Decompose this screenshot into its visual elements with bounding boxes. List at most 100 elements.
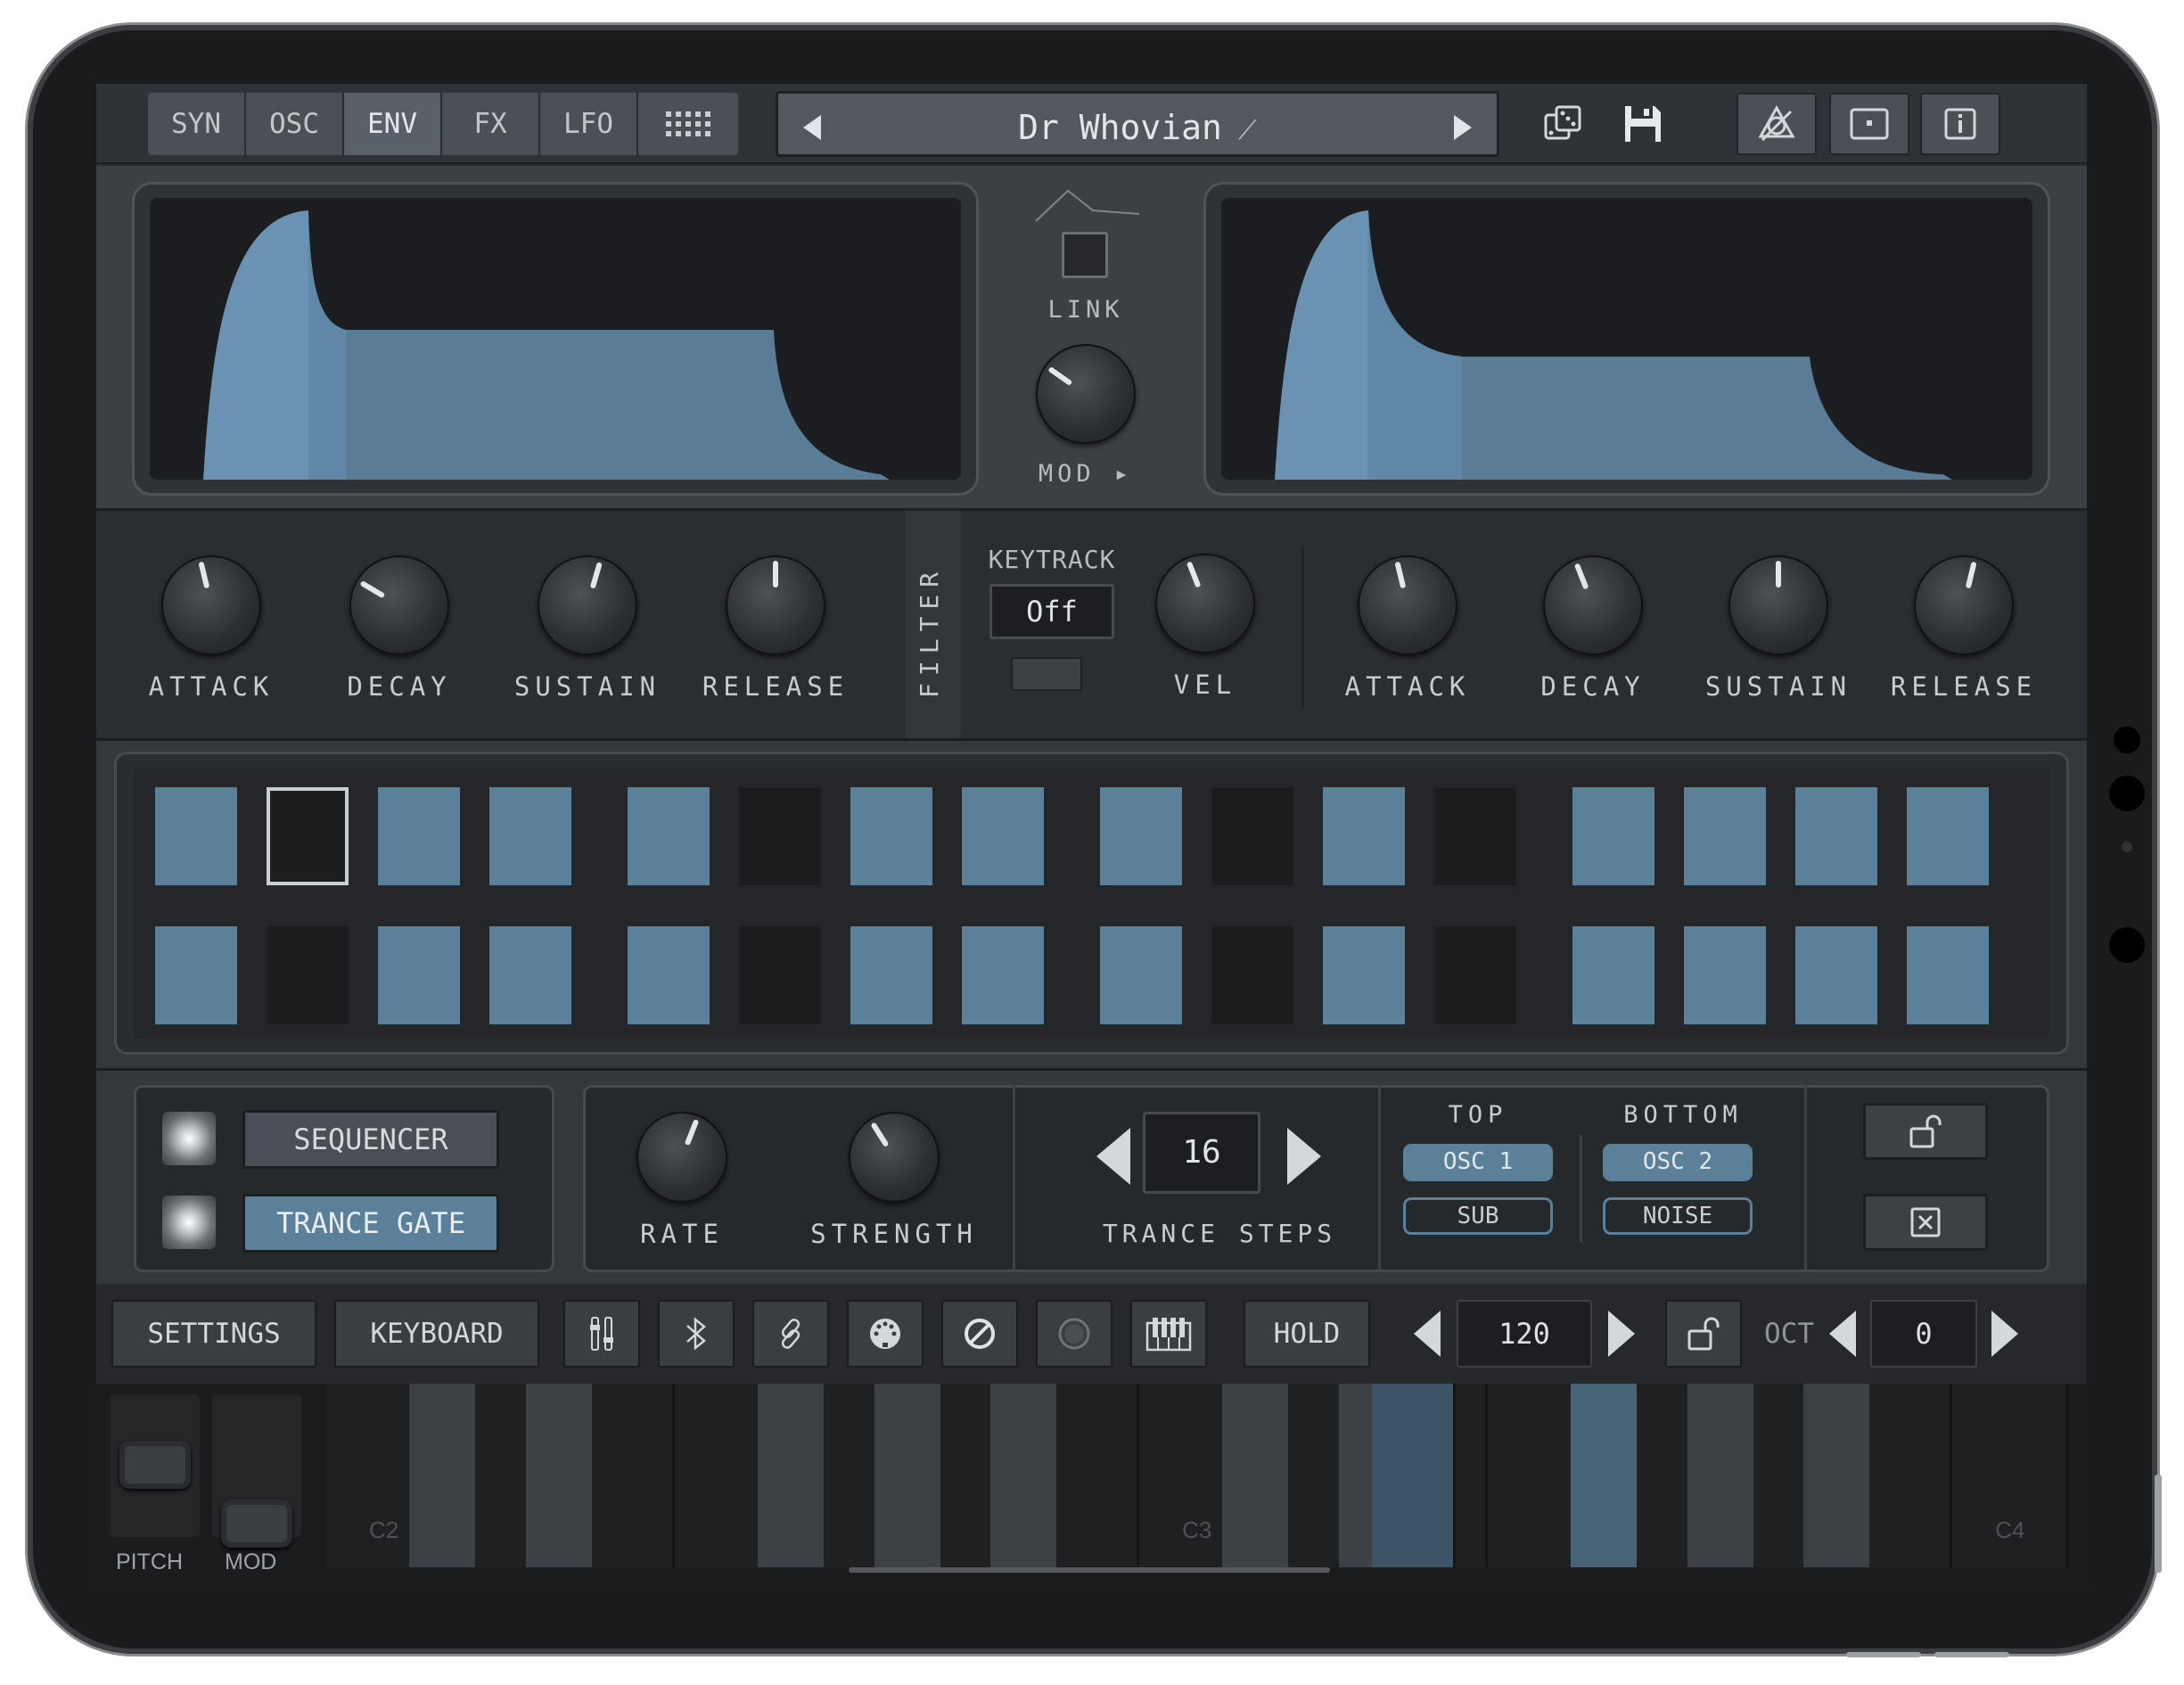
sequencer-step[interactable]	[155, 787, 237, 885]
triangle-right-icon[interactable]	[1454, 115, 1472, 140]
sequencer-step[interactable]	[267, 926, 349, 1024]
preset-selector[interactable]: Dr Whovian ⟋	[776, 91, 1499, 157]
tab-env[interactable]: ENV	[344, 93, 442, 155]
record-icon[interactable]	[1036, 1300, 1113, 1368]
octave-value[interactable]: 0	[1870, 1300, 1977, 1368]
top-osc1-button[interactable]: OSC 1	[1403, 1144, 1553, 1181]
filter-decay-knob[interactable]	[1543, 555, 1643, 655]
sequencer-step[interactable]	[267, 787, 349, 885]
black-key[interactable]	[874, 1384, 940, 1567]
sequencer-step[interactable]	[378, 926, 460, 1024]
trance-gate-button[interactable]: TRANCE GATE	[242, 1194, 499, 1253]
octave-decrease-icon[interactable]	[1829, 1311, 1856, 1357]
link-icon[interactable]	[752, 1300, 829, 1368]
tempo-increase-icon[interactable]	[1608, 1311, 1635, 1357]
bluetooth-icon[interactable]	[658, 1300, 735, 1368]
black-key[interactable]	[1687, 1384, 1753, 1567]
sequencer-step[interactable]	[739, 926, 821, 1024]
sequencer-step[interactable]	[1211, 787, 1293, 885]
sequencer-step[interactable]	[962, 926, 1044, 1024]
link-checkbox[interactable]	[1062, 232, 1108, 278]
tempo-lock-button[interactable]	[1665, 1300, 1742, 1368]
bottom-noise-button[interactable]: NOISE	[1603, 1197, 1753, 1235]
dice-icon[interactable]	[1523, 93, 1603, 155]
bottom-osc2-button[interactable]: OSC 2	[1603, 1144, 1753, 1181]
steps-increase-icon[interactable]	[1287, 1128, 1321, 1185]
sequencer-step[interactable]	[962, 787, 1044, 885]
mod-label[interactable]: MOD ▸	[997, 460, 1175, 488]
amp-attack-knob[interactable]	[161, 555, 261, 655]
black-key[interactable]	[409, 1384, 476, 1567]
tab-syn[interactable]: SYN	[148, 93, 246, 155]
strength-knob[interactable]	[849, 1112, 940, 1203]
tab-osc[interactable]: OSC	[246, 93, 344, 155]
sequencer-step[interactable]	[1323, 926, 1405, 1024]
amp-release-knob[interactable]	[726, 555, 825, 655]
sliders-icon[interactable]	[563, 1300, 640, 1368]
sequencer-step[interactable]	[1684, 926, 1766, 1024]
keytrack-toggle[interactable]	[1011, 657, 1082, 691]
octave-increase-icon[interactable]	[1991, 1311, 2018, 1357]
amp-decay-knob[interactable]	[349, 555, 449, 655]
sequencer-step[interactable]	[628, 787, 710, 885]
sequencer-step[interactable]	[1434, 926, 1516, 1024]
sequencer-step[interactable]	[1572, 926, 1654, 1024]
no-sound-icon[interactable]	[1737, 93, 1817, 155]
black-key[interactable]	[525, 1384, 592, 1567]
filter-sustain-knob[interactable]	[1728, 555, 1828, 655]
sequencer-step[interactable]	[1907, 926, 1989, 1024]
filter-attack-knob[interactable]	[1358, 555, 1457, 655]
sequencer-step[interactable]	[378, 787, 460, 885]
keyboard-button[interactable]: KEYBOARD	[334, 1300, 539, 1368]
black-key[interactable]	[989, 1384, 1056, 1567]
filter-release-knob[interactable]	[1914, 555, 2014, 655]
top-sub-button[interactable]: SUB	[1403, 1197, 1553, 1235]
magic-wand-icon[interactable]: ⟋	[1238, 115, 1257, 146]
sequencer-step[interactable]	[1572, 787, 1654, 885]
tab-matrix[interactable]	[638, 93, 738, 155]
block-icon[interactable]	[941, 1300, 1018, 1368]
sequencer-step[interactable]	[1907, 787, 1989, 885]
sequencer-step[interactable]	[628, 926, 710, 1024]
tab-lfo[interactable]: LFO	[540, 93, 638, 155]
sequencer-step[interactable]	[155, 926, 237, 1024]
sequencer-step[interactable]	[1100, 787, 1182, 885]
mod-wheel-handle[interactable]	[221, 1500, 292, 1548]
sequencer-step[interactable]	[1795, 787, 1877, 885]
tempo-decrease-icon[interactable]	[1414, 1311, 1441, 1357]
sequencer-step[interactable]	[1323, 787, 1405, 885]
trance-steps-value[interactable]: 16	[1143, 1112, 1260, 1194]
sequencer-step[interactable]	[850, 926, 932, 1024]
floppy-disk-icon[interactable]	[1603, 93, 1683, 155]
sequencer-step[interactable]	[1211, 926, 1293, 1024]
sequencer-step[interactable]	[489, 787, 571, 885]
pitch-wheel-handle[interactable]	[119, 1441, 191, 1489]
settings-button[interactable]: SETTINGS	[111, 1300, 316, 1368]
black-key[interactable]	[1802, 1384, 1869, 1567]
piano-icon[interactable]	[1130, 1300, 1207, 1368]
steps-decrease-icon[interactable]	[1096, 1128, 1130, 1185]
sequencer-step[interactable]	[850, 787, 932, 885]
white-key-pressed[interactable]	[1371, 1384, 1456, 1567]
velocity-knob[interactable]	[1155, 554, 1255, 653]
sequencer-step[interactable]	[1684, 787, 1766, 885]
info-icon[interactable]	[1920, 93, 2000, 155]
midi-icon[interactable]	[847, 1300, 924, 1368]
black-key[interactable]	[1571, 1384, 1638, 1567]
black-key[interactable]	[758, 1384, 825, 1567]
mod-knob[interactable]	[1036, 344, 1136, 444]
keytrack-value[interactable]: Off	[989, 584, 1114, 639]
rate-knob[interactable]	[636, 1112, 727, 1203]
unlock-button[interactable]	[1863, 1103, 1988, 1160]
amp-sustain-knob[interactable]	[538, 555, 637, 655]
sequencer-step[interactable]	[739, 787, 821, 885]
sequencer-step[interactable]	[1795, 926, 1877, 1024]
clear-button[interactable]	[1863, 1194, 1988, 1251]
pitch-wheel[interactable]	[111, 1394, 200, 1537]
black-key[interactable]	[1222, 1384, 1289, 1567]
sequencer-step[interactable]	[1434, 787, 1516, 885]
window-icon[interactable]	[1829, 93, 1909, 155]
hold-button[interactable]: HOLD	[1244, 1300, 1370, 1368]
tempo-value[interactable]: 120	[1457, 1300, 1592, 1368]
sequencer-step[interactable]	[489, 926, 571, 1024]
